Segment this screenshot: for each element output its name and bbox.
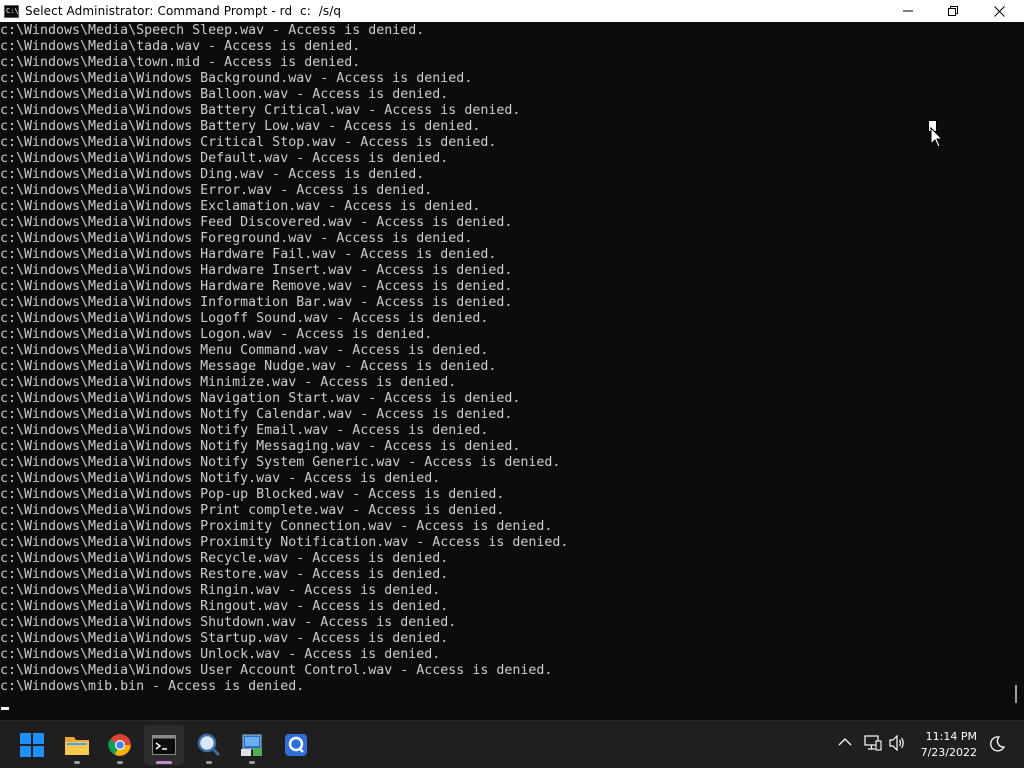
- console-line: c:\Windows\Media\Windows Unlock.wav - Ac…: [0, 647, 441, 662]
- quick-assist-icon: [285, 734, 307, 756]
- console-line: c:\Windows\Media\Windows Battery Low.wav…: [0, 119, 481, 134]
- running-indicator: [249, 761, 255, 764]
- quick-assist-button[interactable]: [276, 725, 316, 765]
- console-line: c:\Windows\Media\Windows Battery Critica…: [0, 103, 521, 118]
- console-line: c:\Windows\Media\Windows Ringout.wav - A…: [0, 599, 449, 614]
- chevron-up-icon[interactable]: [838, 735, 852, 749]
- console-line: c:\Windows\Media\Windows Ringin.wav - Ac…: [0, 583, 441, 598]
- window-title: Select Administrator: Command Prompt - r…: [25, 4, 342, 18]
- console-output[interactable]: c:\Windows\Media\Speech Sleep.wav - Acce…: [0, 23, 1010, 713]
- file-explorer-button[interactable]: [57, 725, 97, 765]
- magnifier-button[interactable]: [189, 725, 229, 765]
- folder-icon: [65, 737, 89, 755]
- restore-button[interactable]: [930, 0, 976, 22]
- running-indicator: [74, 761, 80, 764]
- restore-icon: [948, 6, 958, 16]
- console-line: c:\Windows\Media\Windows Print complete.…: [0, 503, 505, 518]
- console-line: c:\Windows\Media\Windows Navigation Star…: [0, 391, 521, 406]
- clock-date: 7/23/2022: [920, 746, 977, 759]
- console-line: c:\Windows\Media\Windows Restore.wav - A…: [0, 567, 449, 582]
- chrome-icon: [108, 734, 131, 756]
- text-cursor: [1, 707, 9, 710]
- running-indicator: [156, 761, 172, 764]
- clock-time: 11:14 PM: [925, 730, 977, 743]
- command-prompt-button[interactable]: [144, 725, 184, 765]
- console-line: c:\Windows\Media\Windows Foreground.wav …: [0, 231, 473, 246]
- console-line: c:\Windows\Media\Windows Default.wav - A…: [0, 151, 449, 166]
- console-line: c:\Windows\Media\Windows Minimize.wav - …: [0, 375, 457, 390]
- console-line: c:\Windows\Media\Windows Pop-up Blocked.…: [0, 487, 505, 502]
- terminal-icon: [152, 735, 176, 755]
- magnifier-icon: [197, 733, 221, 757]
- console-line: c:\Windows\Media\Windows Error.wav - Acc…: [0, 183, 433, 198]
- console-line: c:\Windows\Media\tada.wav - Access is de…: [0, 39, 361, 54]
- console-line: c:\Windows\Media\Windows Logoff Sound.wa…: [0, 311, 489, 326]
- start-button[interactable]: [12, 725, 52, 765]
- console-line: c:\Windows\Media\Windows Notify.wav - Ac…: [0, 471, 441, 486]
- taskbar: 11:14 PM 7/23/2022: [0, 720, 1024, 768]
- running-indicator: [117, 761, 123, 764]
- control-panel-button[interactable]: [232, 725, 272, 765]
- console-line: c:\Windows\Media\Windows Information Bar…: [0, 295, 513, 310]
- mouse-pointer-icon: [928, 120, 944, 148]
- command-prompt-app-icon[interactable]: C:\: [4, 4, 19, 18]
- console-line: c:\Windows\Media\Windows Ding.wav - Acce…: [0, 167, 425, 182]
- close-icon: [993, 5, 1005, 17]
- console-line: c:\Windows\mib.bin - Access is denied.: [0, 679, 305, 694]
- console-line: c:\Windows\Media\Windows Menu Command.wa…: [0, 343, 489, 358]
- scrollbar-thumb[interactable]: [1015, 685, 1017, 703]
- console-line: c:\Windows\Media\Windows Recycle.wav - A…: [0, 551, 449, 566]
- clock[interactable]: 11:14 PM 7/23/2022: [900, 729, 977, 761]
- console-line: c:\Windows\Media\Windows Proximity Conne…: [0, 519, 553, 534]
- running-indicator: [206, 761, 212, 764]
- console-line: c:\Windows\Media\Windows Hardware Fail.w…: [0, 247, 497, 262]
- console-line: c:\Windows\Media\Windows Feed Discovered…: [0, 215, 513, 230]
- console-line: c:\Windows\Media\Windows Hardware Insert…: [0, 263, 513, 278]
- console-line: c:\Windows\Media\Windows Notify Email.wa…: [0, 423, 489, 438]
- console-line: c:\Windows\Media\Speech Sleep.wav - Acce…: [0, 23, 425, 38]
- console-line: c:\Windows\Media\Windows Background.wav …: [0, 71, 473, 86]
- console-line: c:\Windows\Media\Windows Exclamation.wav…: [0, 199, 481, 214]
- console-line: c:\Windows\Media\Windows Balloon.wav - A…: [0, 87, 449, 102]
- command-prompt-window[interactable]: C:\ Select Administrator: Command Prompt…: [0, 0, 1024, 720]
- notification-moon-icon[interactable]: [989, 736, 1005, 752]
- console-line: c:\Windows\Media\Windows Logon.wav - Acc…: [0, 327, 433, 342]
- close-button[interactable]: [976, 0, 1022, 22]
- console-line: c:\Windows\Media\Windows Critical Stop.w…: [0, 135, 497, 150]
- title-bar[interactable]: C:\ Select Administrator: Command Prompt…: [0, 0, 1024, 22]
- console-line: c:\Windows\Media\Windows Notify Messagin…: [0, 439, 521, 454]
- console-line: c:\Windows\Media\Windows Proximity Notif…: [0, 535, 569, 550]
- console-line: c:\Windows\Media\Windows Notify Calendar…: [0, 407, 513, 422]
- minimize-button[interactable]: [885, 0, 931, 22]
- console-line: c:\Windows\Media\Windows Hardware Remove…: [0, 279, 513, 294]
- chrome-button[interactable]: [100, 725, 140, 765]
- console-line: c:\Windows\Media\Windows User Account Co…: [0, 663, 553, 678]
- minimize-icon: [903, 10, 913, 12]
- console-line: c:\Windows\Media\Windows Notify System G…: [0, 455, 561, 470]
- console-line: c:\Windows\Media\town.mid - Access is de…: [0, 55, 361, 70]
- windows-logo-icon: [20, 733, 44, 757]
- console-line: c:\Windows\Media\Windows Message Nudge.w…: [0, 359, 497, 374]
- console-line: c:\Windows\Media\Windows Startup.wav - A…: [0, 631, 449, 646]
- console-line: c:\Windows\Media\Windows Shutdown.wav - …: [0, 615, 457, 630]
- network-icon[interactable]: [864, 735, 882, 751]
- control-panel-icon: [241, 734, 262, 756]
